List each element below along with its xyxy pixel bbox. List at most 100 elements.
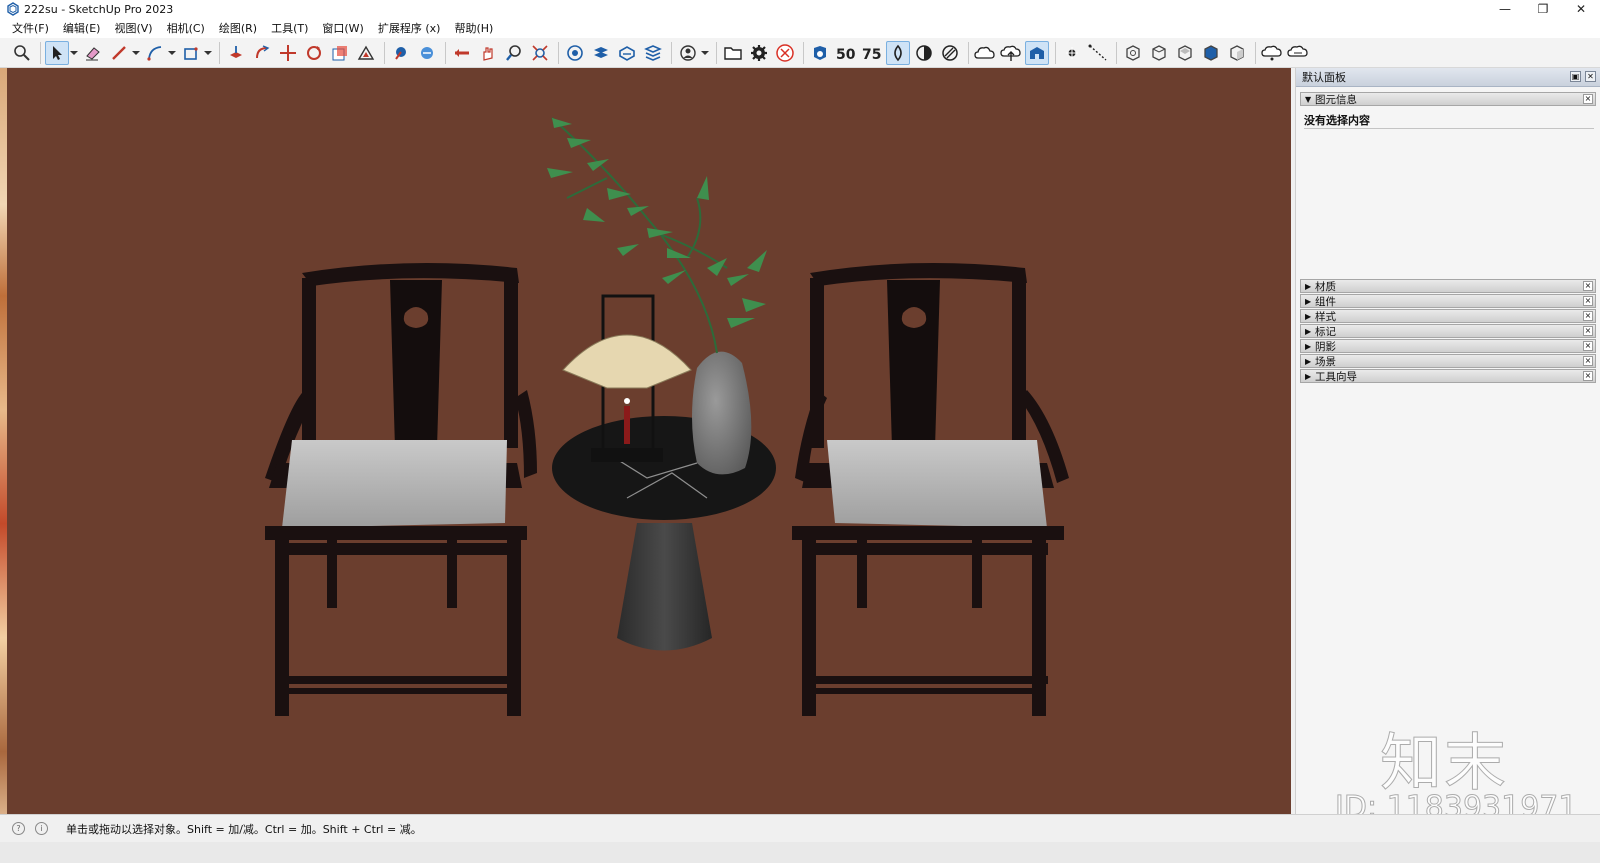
watermark-logo: 知末 xyxy=(1379,726,1509,800)
toolbar-separator xyxy=(445,41,446,64)
gear-icon[interactable] xyxy=(747,41,771,65)
follow-me-icon[interactable] xyxy=(250,41,274,65)
move-icon[interactable] xyxy=(276,41,300,65)
shape-icon[interactable] xyxy=(179,41,203,65)
section-label: 样式 xyxy=(1315,310,1336,323)
cloud-icon[interactable] xyxy=(973,41,997,65)
title-bar: 222su - SketchUp Pro 2023 — ❐ ✕ xyxy=(0,0,1600,18)
geolocation-icon[interactable]: ? xyxy=(12,822,25,835)
offset-icon[interactable] xyxy=(354,41,378,65)
cloud-sync-icon[interactable] xyxy=(1260,41,1284,65)
menu-view[interactable]: 视图(V) xyxy=(114,20,152,36)
toolbar-separator xyxy=(1116,41,1117,64)
collapsed-triangle-icon: ▶ xyxy=(1305,296,1312,306)
section-label: 图元信息 xyxy=(1315,93,1357,106)
protractor-icon[interactable] xyxy=(415,41,439,65)
pan-icon[interactable] xyxy=(476,41,500,65)
section-close-icon[interactable]: × xyxy=(1583,356,1593,366)
orbit-icon[interactable] xyxy=(450,41,474,65)
minimize-button[interactable]: — xyxy=(1486,0,1524,18)
menu-edit[interactable]: 编辑(E) xyxy=(63,20,101,36)
tray-close-icon[interactable]: ✕ xyxy=(1585,71,1596,82)
menu-draw[interactable]: 绘图(R) xyxy=(219,20,257,36)
pin-icon[interactable]: ▣ xyxy=(1570,71,1581,82)
xray-icon[interactable] xyxy=(886,40,910,65)
line-icon[interactable] xyxy=(1086,41,1110,65)
toolbar-separator xyxy=(671,41,672,64)
section-icon[interactable] xyxy=(563,41,587,65)
account-icon[interactable] xyxy=(676,41,700,65)
menu-tools[interactable]: 工具(T) xyxy=(271,20,308,36)
section-materials[interactable]: ▶ 材质 × xyxy=(1300,279,1596,293)
menu-camera[interactable]: 相机(C) xyxy=(167,20,205,36)
section-styles[interactable]: ▶ 样式 × xyxy=(1300,309,1596,323)
menu-extensions[interactable]: 扩展程序 (x) xyxy=(378,20,441,36)
model-viewport[interactable] xyxy=(7,68,1291,814)
iso-icon[interactable] xyxy=(1121,41,1145,65)
menu-file[interactable]: 文件(F) xyxy=(12,20,49,36)
cloud-sync2-icon[interactable] xyxy=(1286,41,1310,65)
push-pull-icon[interactable] xyxy=(224,41,248,65)
arc-icon[interactable] xyxy=(143,41,167,65)
section-shadows[interactable]: ▶ 阴影 × xyxy=(1300,339,1596,353)
warehouse-icon[interactable] xyxy=(1025,40,1049,65)
close-circle-icon[interactable] xyxy=(773,41,797,65)
close-button[interactable]: ✕ xyxy=(1562,0,1600,18)
hidden-line-icon[interactable] xyxy=(938,41,962,65)
select-dropdown-icon[interactable] xyxy=(69,41,79,65)
account-dropdown-icon[interactable] xyxy=(700,41,710,65)
pencil-icon[interactable] xyxy=(107,41,131,65)
components-icon[interactable] xyxy=(641,41,665,65)
top-icon[interactable] xyxy=(1147,41,1171,65)
section-close-icon[interactable]: × xyxy=(1583,296,1593,306)
right-chair xyxy=(792,263,1069,716)
pencil-dropdown-icon[interactable] xyxy=(131,41,141,65)
section-close-icon[interactable]: × xyxy=(1583,281,1593,291)
tape-icon[interactable] xyxy=(389,41,413,65)
shade-icon[interactable] xyxy=(912,41,936,65)
menu-help[interactable]: 帮助(H) xyxy=(454,20,493,36)
50-icon[interactable]: 50 xyxy=(834,41,858,65)
front-icon[interactable] xyxy=(1173,41,1197,65)
toolbar-separator xyxy=(219,41,220,64)
eraser-icon[interactable] xyxy=(81,41,105,65)
collapsed-triangle-icon: ▶ xyxy=(1305,356,1312,366)
materials-icon[interactable] xyxy=(615,41,639,65)
back-icon[interactable] xyxy=(1225,41,1249,65)
section-label: 阴影 xyxy=(1315,340,1336,353)
maximize-button[interactable]: ❐ xyxy=(1524,0,1562,18)
section-close-icon[interactable]: × xyxy=(1583,94,1593,104)
collapsed-triangle-icon: ▶ xyxy=(1305,326,1312,336)
info-icon[interactable]: i xyxy=(35,822,48,835)
stone-vase xyxy=(692,351,752,475)
section-label: 场景 xyxy=(1315,355,1336,368)
section-close-icon[interactable]: × xyxy=(1583,326,1593,336)
scale-icon[interactable] xyxy=(328,41,352,65)
window-title: 222su - SketchUp Pro 2023 xyxy=(24,2,174,16)
rotate-icon[interactable] xyxy=(302,41,326,65)
section-components[interactable]: ▶ 组件 × xyxy=(1300,294,1596,308)
shape-dropdown-icon[interactable] xyxy=(203,41,213,65)
zoom-tool-icon[interactable] xyxy=(502,41,526,65)
arc-dropdown-icon[interactable] xyxy=(167,41,177,65)
view-icon[interactable] xyxy=(808,41,832,65)
section-close-icon[interactable]: × xyxy=(1583,341,1593,351)
collapsed-triangle-icon: ▶ xyxy=(1305,311,1312,321)
right-icon[interactable] xyxy=(1199,41,1223,65)
section-close-icon[interactable]: × xyxy=(1583,371,1593,381)
section-label: 组件 xyxy=(1315,295,1336,308)
section-tags[interactable]: ▶ 标记 × xyxy=(1300,324,1596,338)
cloud-upload-icon[interactable] xyxy=(999,41,1023,65)
select-icon[interactable] xyxy=(45,40,69,65)
section-entity-info[interactable]: ▼ 图元信息 × xyxy=(1300,92,1596,106)
75-icon[interactable]: 75 xyxy=(860,41,884,65)
layers-icon[interactable] xyxy=(589,41,613,65)
section-instructor[interactable]: ▶ 工具向导 × xyxy=(1300,369,1596,383)
section-close-icon[interactable]: × xyxy=(1583,311,1593,321)
menu-window[interactable]: 窗口(W) xyxy=(322,20,363,36)
zoom-extents-icon[interactable] xyxy=(528,41,552,65)
folder-icon[interactable] xyxy=(721,41,745,65)
zoom-icon[interactable] xyxy=(10,41,34,65)
dot-icon[interactable] xyxy=(1060,41,1084,65)
section-scenes[interactable]: ▶ 场景 × xyxy=(1300,354,1596,368)
